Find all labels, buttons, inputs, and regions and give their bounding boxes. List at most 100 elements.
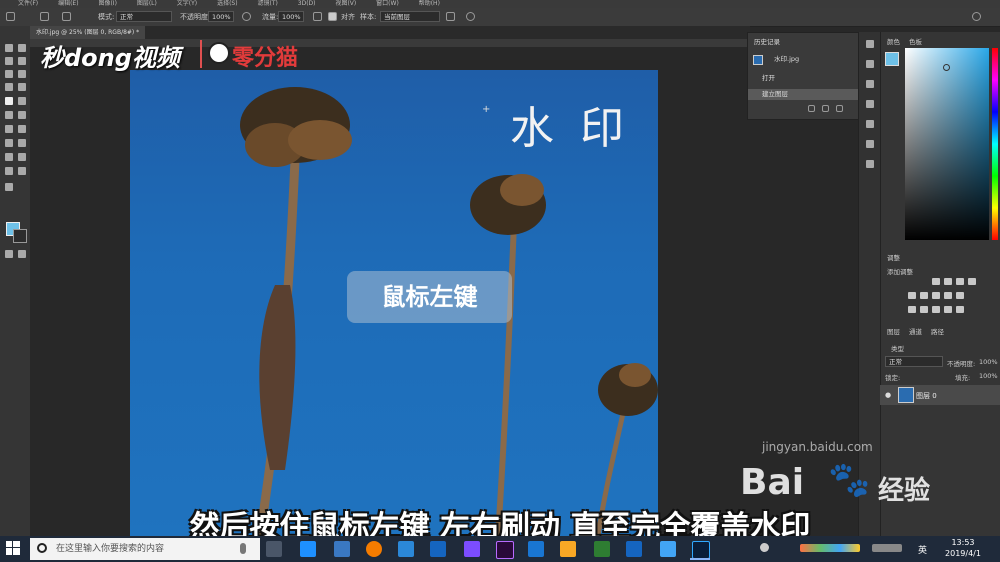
task-view-icon[interactable] [266, 541, 282, 557]
stamp-tool-icon[interactable] [6, 12, 15, 21]
tab-paths[interactable]: 路径 [931, 326, 944, 336]
selective-color-icon[interactable] [956, 306, 964, 313]
character-panel-icon[interactable] [866, 120, 874, 128]
tray-icons[interactable] [800, 544, 860, 552]
blur-tool-icon[interactable] [5, 125, 13, 133]
trash-icon[interactable] [836, 105, 843, 112]
app-icon-5[interactable] [626, 541, 642, 557]
color-balance-icon[interactable] [932, 292, 940, 299]
menu-type[interactable]: 文字(Y) [177, 0, 197, 7]
pressure-opacity-icon[interactable] [242, 12, 251, 21]
gradient-map-icon[interactable] [944, 306, 952, 313]
people-icon[interactable] [760, 543, 769, 552]
healing-brush-icon[interactable] [5, 83, 13, 91]
eyedropper-tool-icon[interactable] [18, 70, 26, 78]
gradient-tool-icon[interactable] [18, 111, 26, 119]
curves-adjust-icon[interactable] [956, 278, 964, 285]
brush-tool-icon[interactable] [18, 83, 26, 91]
menu-help[interactable]: 帮助(H) [419, 0, 440, 7]
message-app-icon[interactable] [430, 541, 446, 557]
color-picker-field[interactable] [905, 48, 989, 240]
background-color-swatch[interactable] [13, 229, 27, 243]
properties-panel-icon[interactable] [866, 60, 874, 68]
menu-image[interactable]: 图像(I) [98, 0, 116, 7]
threshold-icon[interactable] [932, 306, 940, 313]
tab-layers[interactable]: 图层 [887, 326, 900, 336]
mode-dropdown[interactable]: 正常 [116, 11, 172, 22]
history-item-open[interactable]: 打开 [762, 73, 775, 83]
layer-opacity-value[interactable]: 100% [979, 358, 998, 366]
pressure-size-icon[interactable] [466, 12, 475, 21]
history-item-new-layer[interactable]: 建立图层 [762, 89, 788, 99]
taskbar-search-input[interactable]: 在这里输入你要搜索的内容 [30, 538, 260, 560]
clone-stamp-tool-icon[interactable] [5, 97, 13, 105]
menu-window[interactable]: 窗口(W) [376, 0, 399, 7]
brush-panel-icon[interactable] [866, 80, 874, 88]
dodge-tool-icon[interactable] [18, 125, 26, 133]
menu-layer[interactable]: 图层(L) [137, 0, 157, 7]
app-icon-2[interactable] [528, 541, 544, 557]
menu-filter[interactable]: 滤镜(T) [258, 0, 278, 7]
color-panel-foreground-swatch[interactable] [885, 52, 899, 66]
windows-start-icon[interactable] [6, 541, 20, 555]
layer-name[interactable]: 图层 0 [916, 391, 937, 401]
fill-value[interactable]: 100% [979, 372, 998, 380]
sample-dropdown[interactable]: 当前图层 [380, 11, 440, 22]
firefox-icon[interactable] [366, 541, 382, 557]
pen-tool-icon[interactable] [5, 139, 13, 147]
shape-tool-icon[interactable] [18, 153, 26, 161]
history-snapshot[interactable]: 水印.jpg [774, 54, 799, 64]
microphone-icon[interactable] [240, 543, 246, 554]
app-icon-3[interactable] [560, 541, 576, 557]
menu-view[interactable]: 视图(V) [335, 0, 356, 7]
search-icon[interactable] [972, 12, 981, 21]
menu-select[interactable]: 选择(S) [217, 0, 238, 7]
history-panel-icon[interactable] [866, 40, 874, 48]
history-panel-title[interactable]: 历史记录 [754, 36, 780, 46]
layer-thumbnail[interactable] [898, 387, 914, 403]
hue-saturation-icon[interactable] [920, 292, 928, 299]
menu-file[interactable]: 文件(F) [18, 0, 38, 7]
color-picker-handle[interactable] [943, 64, 950, 71]
app-icon-6[interactable] [660, 541, 676, 557]
quick-select-tool-icon[interactable] [18, 57, 26, 65]
brush-preset-icon[interactable] [40, 12, 49, 21]
history-brush-icon[interactable] [18, 97, 26, 105]
flow-input[interactable]: 100% [278, 11, 304, 22]
eye-visibility-icon[interactable]: ● [885, 391, 891, 399]
menu-edit[interactable]: 编辑(E) [58, 0, 78, 7]
edge-browser-icon[interactable] [300, 541, 316, 557]
clone-source-icon[interactable] [866, 100, 874, 108]
levels-adjust-icon[interactable] [944, 278, 952, 285]
crop-tool-icon[interactable] [5, 70, 13, 78]
photoshop-icon[interactable] [692, 541, 710, 559]
path-select-tool-icon[interactable] [5, 153, 13, 161]
tab-swatches[interactable]: 色板 [909, 36, 922, 46]
brightness-adjust-icon[interactable] [932, 278, 940, 285]
menu-3d[interactable]: 3D(D) [298, 0, 316, 7]
tab-channels[interactable]: 通道 [909, 326, 922, 336]
ignore-adjustment-icon[interactable] [446, 12, 455, 21]
new-document-icon[interactable] [808, 105, 815, 112]
layer-filter-kind[interactable]: 类型 [891, 343, 904, 353]
hand-tool-icon[interactable] [5, 167, 13, 175]
blend-mode-dropdown[interactable]: 正常 [885, 356, 943, 367]
paragraph-panel-icon[interactable] [866, 140, 874, 148]
toggle-brush-panel-icon[interactable] [62, 12, 71, 21]
app-icon-4[interactable] [594, 541, 610, 557]
premiere-icon[interactable] [496, 541, 514, 559]
type-tool-icon[interactable] [18, 139, 26, 147]
quick-mask-icon[interactable] [5, 250, 13, 258]
tab-adjustments[interactable]: 调整 [887, 252, 900, 262]
cortana-icon[interactable] [37, 543, 47, 553]
network-volume-icons[interactable] [872, 544, 902, 552]
posterize-icon[interactable] [920, 306, 928, 313]
taskbar-clock[interactable]: 13:53 2019/4/1 [938, 537, 988, 559]
tab-color[interactable]: 颜色 [887, 36, 900, 46]
zoom-tool-icon[interactable] [18, 167, 26, 175]
input-language-indicator[interactable]: 英 [918, 543, 927, 556]
invert-adjust-icon[interactable] [908, 306, 916, 313]
black-white-icon[interactable] [944, 292, 952, 299]
app-icon-1[interactable] [464, 541, 480, 557]
store-icon[interactable] [334, 541, 350, 557]
